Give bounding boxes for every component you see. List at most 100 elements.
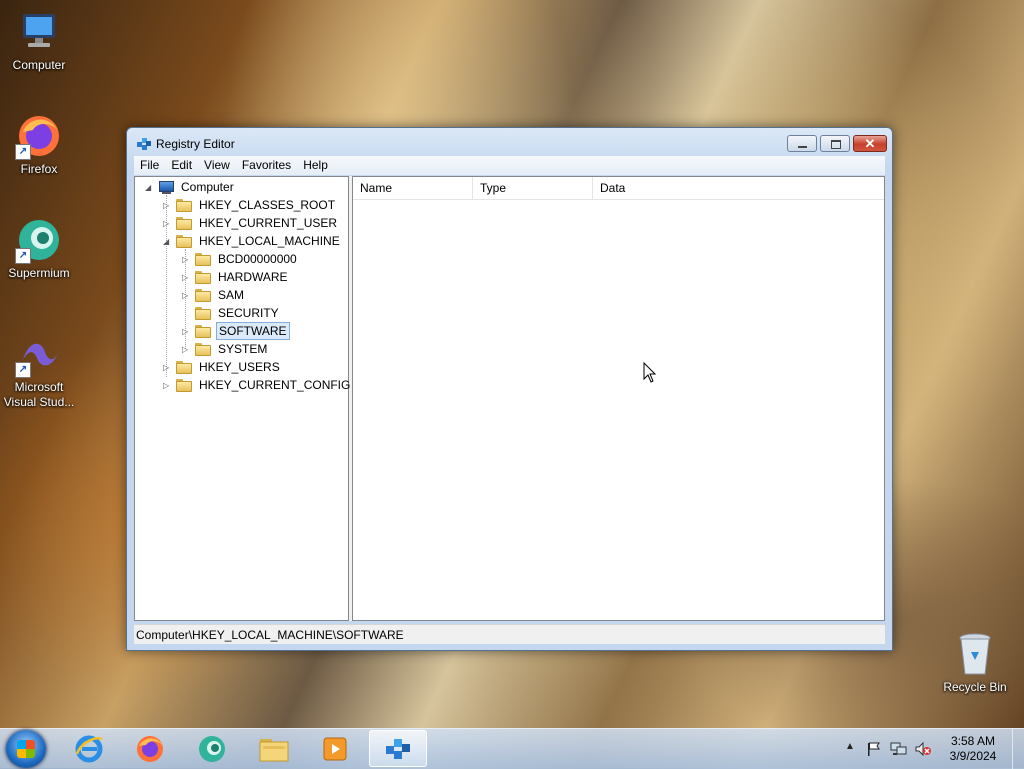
folder-icon: [195, 288, 211, 302]
taskbar-supermium[interactable]: [183, 730, 241, 767]
status-bar: Computer\HKEY_LOCAL_MACHINE\SOFTWARE: [134, 624, 885, 644]
tree-label: HKEY_USERS: [199, 360, 280, 374]
tree-label: SAM: [218, 288, 245, 302]
close-icon: ✕: [864, 136, 876, 151]
values-list-pane[interactable]: Name Type Data: [352, 176, 885, 621]
supermium-icon: [199, 735, 225, 762]
registry-editor-window: Registry Editor ✕ File Edit View Favorit…: [126, 127, 893, 651]
tree-label: HKEY_CURRENT_CONFIG: [199, 378, 351, 392]
column-header-type[interactable]: Type: [473, 177, 593, 199]
folder-icon: [195, 306, 211, 320]
expand-arrow-icon[interactable]: ▷: [163, 219, 172, 228]
status-path: Computer\HKEY_LOCAL_MACHINE\SOFTWARE: [136, 628, 404, 642]
tree-label-selected: SOFTWARE: [216, 322, 290, 340]
collapse-arrow-icon[interactable]: ◢: [163, 237, 172, 246]
desktop-icon-label: Firefox: [20, 162, 58, 176]
expand-arrow-icon[interactable]: ▷: [182, 291, 191, 300]
action-center-flag-icon[interactable]: [866, 741, 882, 757]
folder-icon: [195, 324, 211, 338]
tree-label: Computer: [181, 180, 234, 194]
tree-node-hkey-current-config[interactable]: ▷ HKEY_CURRENT_CONFIG: [163, 376, 352, 394]
system-clock[interactable]: 3:58 AM 3/9/2024: [940, 734, 1006, 764]
expand-arrow-icon[interactable]: ▷: [182, 327, 191, 336]
close-button[interactable]: ✕: [853, 135, 887, 152]
start-button[interactable]: [6, 730, 46, 768]
expand-arrow-icon[interactable]: ▷: [163, 201, 172, 210]
key-tree-pane[interactable]: ◢ Computer ▷ HKEY_CLASSES_ROOT ▷ HKEY_CU…: [134, 176, 352, 621]
menu-view[interactable]: View: [198, 156, 236, 175]
expand-arrow-icon[interactable]: ▷: [182, 345, 191, 354]
column-header-name[interactable]: Name: [353, 177, 473, 199]
file-explorer-icon: [259, 738, 289, 761]
desktop-icon-label: Supermium: [8, 266, 70, 280]
tree-node-sam[interactable]: ▷ SAM: [182, 286, 246, 304]
visual-studio-icon: ↗: [15, 330, 63, 378]
supermium-icon: ↗: [15, 216, 63, 264]
clock-time: 3:58 AM: [950, 734, 996, 748]
media-player-icon: [323, 737, 347, 760]
expand-arrow-icon[interactable]: ▷: [182, 255, 191, 264]
desktop-icon-recycle-bin[interactable]: Recycle Bin: [937, 630, 1013, 695]
internet-explorer-icon: [75, 735, 103, 762]
tree-node-hkey-local-machine[interactable]: ◢ HKEY_LOCAL_MACHINE: [163, 232, 342, 250]
column-header-data[interactable]: Data: [593, 177, 884, 199]
taskbar-media-player[interactable]: [306, 730, 364, 767]
minimize-button[interactable]: [787, 135, 817, 152]
firefox-icon: ↗: [15, 112, 63, 160]
tree-label: SYSTEM: [218, 342, 268, 356]
show-desktop-button[interactable]: [1012, 729, 1024, 769]
registry-editor-icon: [137, 138, 151, 150]
menu-file[interactable]: File: [134, 156, 165, 175]
menu-edit[interactable]: Edit: [165, 156, 198, 175]
desktop-icon-supermium[interactable]: ↗ Supermium: [1, 216, 77, 281]
tree-label: HKEY_CURRENT_USER: [199, 216, 338, 230]
shortcut-arrow-icon: ↗: [15, 248, 31, 264]
menu-help[interactable]: Help: [297, 156, 334, 175]
tree-node-hkey-users[interactable]: ▷ HKEY_USERS: [163, 358, 282, 376]
taskbar: ▲ 3:58 AM 3/9/2024: [0, 728, 1024, 769]
tree-node-bcd00000000[interactable]: ▷ BCD00000000: [182, 250, 299, 268]
firefox-icon: [137, 735, 163, 762]
window-title: Registry Editor: [156, 137, 235, 151]
computer-icon: [15, 8, 63, 56]
tree-node-hkey-current-user[interactable]: ▷ HKEY_CURRENT_USER: [163, 214, 339, 232]
client-area: ◢ Computer ▷ HKEY_CLASSES_ROOT ▷ HKEY_CU…: [134, 176, 885, 621]
taskbar-registry-editor[interactable]: [369, 730, 427, 767]
folder-icon: [176, 216, 192, 230]
taskbar-firefox[interactable]: [121, 730, 179, 767]
tree-node-system[interactable]: ▷ SYSTEM: [182, 340, 269, 358]
maximize-button[interactable]: [820, 135, 850, 152]
tree-node-hardware[interactable]: ▷ HARDWARE: [182, 268, 290, 286]
desktop-icon-visual-studio[interactable]: ↗ Microsoft Visual Stud...: [1, 330, 77, 410]
folder-icon: [195, 252, 211, 266]
expand-arrow-icon[interactable]: ▷: [163, 381, 172, 390]
tree-label: BCD00000000: [218, 252, 297, 266]
expand-arrow-icon[interactable]: ▷: [182, 273, 191, 282]
tree-node-software[interactable]: ▷ SOFTWARE: [182, 322, 290, 340]
folder-open-icon: [176, 234, 192, 248]
tree-label: HKEY_LOCAL_MACHINE: [199, 234, 340, 248]
desktop-icon-firefox[interactable]: ↗ Firefox: [1, 112, 77, 177]
show-hidden-icons-icon[interactable]: ▲: [845, 741, 855, 752]
collapse-arrow-icon[interactable]: ◢: [145, 183, 154, 192]
desktop-icon-label: Recycle Bin: [943, 680, 1007, 694]
desktop-icon-computer[interactable]: Computer: [1, 8, 77, 73]
tree-node-computer[interactable]: ◢ Computer: [145, 178, 236, 196]
menu-bar: File Edit View Favorites Help: [134, 156, 885, 175]
title-bar[interactable]: Registry Editor ✕: [127, 128, 892, 158]
tree-node-security[interactable]: SECURITY: [182, 304, 281, 322]
tree-node-hkey-classes-root[interactable]: ▷ HKEY_CLASSES_ROOT: [163, 196, 337, 214]
taskbar-file-explorer[interactable]: [245, 730, 303, 767]
folder-icon: [176, 378, 192, 392]
network-icon[interactable]: [890, 741, 908, 757]
desktop-icon-label: Microsoft Visual Stud...: [3, 380, 75, 409]
registry-editor-icon: [386, 738, 410, 759]
volume-muted-icon[interactable]: [914, 741, 932, 757]
folder-icon: [195, 270, 211, 284]
tree-label: SECURITY: [218, 306, 279, 320]
taskbar-internet-explorer[interactable]: [60, 730, 118, 767]
shortcut-arrow-icon: ↗: [15, 362, 31, 378]
menu-favorites[interactable]: Favorites: [236, 156, 297, 175]
recycle-bin-icon: [951, 630, 999, 678]
expand-arrow-icon[interactable]: ▷: [163, 363, 172, 372]
